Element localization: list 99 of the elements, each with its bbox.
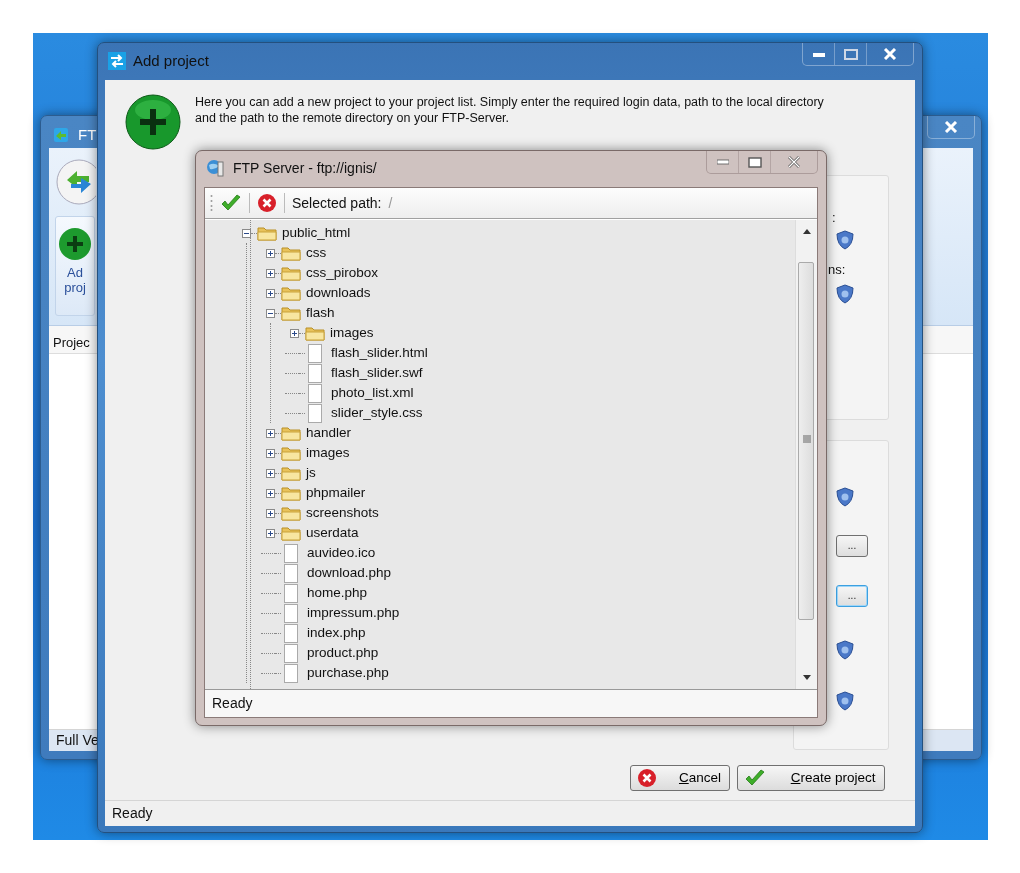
tree-item[interactable]: phpmailer: [306, 482, 366, 504]
close-icon: [944, 121, 958, 133]
globe-server-icon: [206, 158, 226, 178]
help-shield-icon[interactable]: [836, 691, 854, 711]
tree-item[interactable]: product.php: [307, 642, 379, 664]
minimize-icon: [716, 159, 729, 165]
tree-item[interactable]: handler: [306, 422, 352, 444]
file-icon: [284, 663, 298, 683]
tree-item[interactable]: flash_slider.html: [331, 342, 428, 364]
selected-path: /: [388, 193, 393, 213]
tree-item[interactable]: flash_slider.swf: [331, 362, 423, 384]
folder-icon: [281, 245, 301, 261]
file-icon: [284, 543, 298, 563]
file-icon: [284, 563, 298, 583]
scrollbar[interactable]: [795, 220, 817, 689]
plus-icon: [125, 94, 181, 150]
window-title: FT: [78, 124, 97, 145]
folder-icon: [305, 325, 325, 341]
scroll-down-icon: [803, 675, 811, 680]
checkmark-icon: [743, 769, 766, 787]
tree-item[interactable]: js: [306, 462, 316, 484]
folder-icon: [257, 225, 277, 241]
folder-icon: [281, 305, 301, 321]
file-icon: [284, 583, 298, 603]
tree-toggle[interactable]: [266, 528, 275, 538]
tree-item[interactable]: download.php: [307, 562, 392, 584]
field-label: :: [832, 209, 836, 227]
grip-icon: [210, 194, 213, 212]
folder-icon: [281, 445, 301, 461]
tree-item[interactable]: css: [306, 242, 327, 264]
help-shield-icon[interactable]: [836, 640, 854, 660]
folder-icon: [281, 265, 301, 281]
folder-icon: [281, 285, 301, 301]
file-icon: [308, 383, 322, 403]
folder-icon: [281, 505, 301, 521]
tree-item[interactable]: css_pirobox: [306, 262, 379, 284]
grip-icon: [803, 435, 811, 443]
file-icon: [284, 603, 298, 623]
tree-item[interactable]: images: [306, 442, 350, 464]
maximize-icon: [843, 48, 858, 60]
tree-item[interactable]: home.php: [307, 582, 368, 604]
column-header[interactable]: Projec: [53, 335, 90, 350]
tree-toggle[interactable]: [266, 468, 275, 478]
add-project-button[interactable]: Ad proj: [55, 216, 95, 316]
tree-item[interactable]: images: [330, 322, 374, 344]
tree-item[interactable]: downloads: [306, 282, 371, 304]
tree-item[interactable]: impressum.php: [307, 602, 400, 624]
tree-toggle[interactable]: [266, 248, 275, 258]
file-icon: [308, 403, 322, 423]
close-icon: [787, 156, 801, 168]
plus-icon: [58, 227, 92, 261]
folder-icon: [281, 525, 301, 541]
tree-item[interactable]: public_html: [282, 222, 351, 244]
window-title: Add project: [133, 50, 209, 71]
tree-toggle[interactable]: [266, 308, 275, 318]
scroll-up-icon: [803, 229, 811, 234]
tree-toggle[interactable]: [266, 268, 275, 278]
tree-item[interactable]: auvideo.ico: [307, 542, 376, 564]
tree-item[interactable]: photo_list.xml: [331, 382, 414, 404]
tree-item[interactable]: userdata: [306, 522, 359, 544]
swap-arrows-icon: [108, 52, 126, 70]
file-icon: [284, 623, 298, 643]
tree-toggle[interactable]: [266, 428, 275, 438]
status-bar: Ready: [205, 689, 817, 717]
file-icon: [308, 343, 322, 363]
browse-button[interactable]: ...: [836, 535, 868, 557]
close-icon: [883, 48, 897, 60]
tree-toggle[interactable]: [266, 288, 275, 298]
field-label: ns:: [828, 261, 846, 279]
tree-item[interactable]: purchase.php: [307, 662, 389, 684]
file-icon: [284, 643, 298, 663]
minimize-icon: [812, 51, 825, 57]
help-shield-icon[interactable]: [836, 230, 854, 250]
error-icon: [637, 768, 657, 788]
folder-icon: [281, 485, 301, 501]
file-icon: [308, 363, 322, 383]
tree-item[interactable]: index.php: [307, 622, 366, 644]
description-text: Here you can add a new project to your project list. Simply enter the required login data, path to the local directory and the path to the remote directory on your FTP-Server.: [195, 94, 825, 127]
path-label: Selected path:: [292, 193, 382, 213]
tree-item[interactable]: slider_style.css: [331, 402, 423, 424]
checkmark-button[interactable]: [220, 194, 242, 212]
tree-toggle[interactable]: [266, 448, 275, 458]
cancel-button[interactable]: [257, 193, 277, 213]
maximize-icon: [747, 156, 762, 168]
tree-toggle[interactable]: [242, 228, 251, 238]
create-project-button[interactable]: Create project: [736, 765, 885, 791]
tree-item[interactable]: flash: [306, 302, 335, 324]
tree-toggle[interactable]: [290, 328, 299, 338]
help-shield-icon[interactable]: [836, 487, 854, 507]
folder-icon: [281, 465, 301, 481]
tree-toggle[interactable]: [266, 488, 275, 498]
browse-button[interactable]: ...: [836, 585, 868, 607]
app-icon: [51, 125, 71, 145]
help-shield-icon[interactable]: [836, 284, 854, 304]
folder-icon: [281, 425, 301, 441]
cancel-button[interactable]: Cancel: [630, 765, 730, 791]
tree-item[interactable]: screenshots: [306, 502, 379, 524]
tree-toggle[interactable]: [266, 508, 275, 518]
window-title: FTP Server - ftp://ignis/: [233, 158, 377, 178]
